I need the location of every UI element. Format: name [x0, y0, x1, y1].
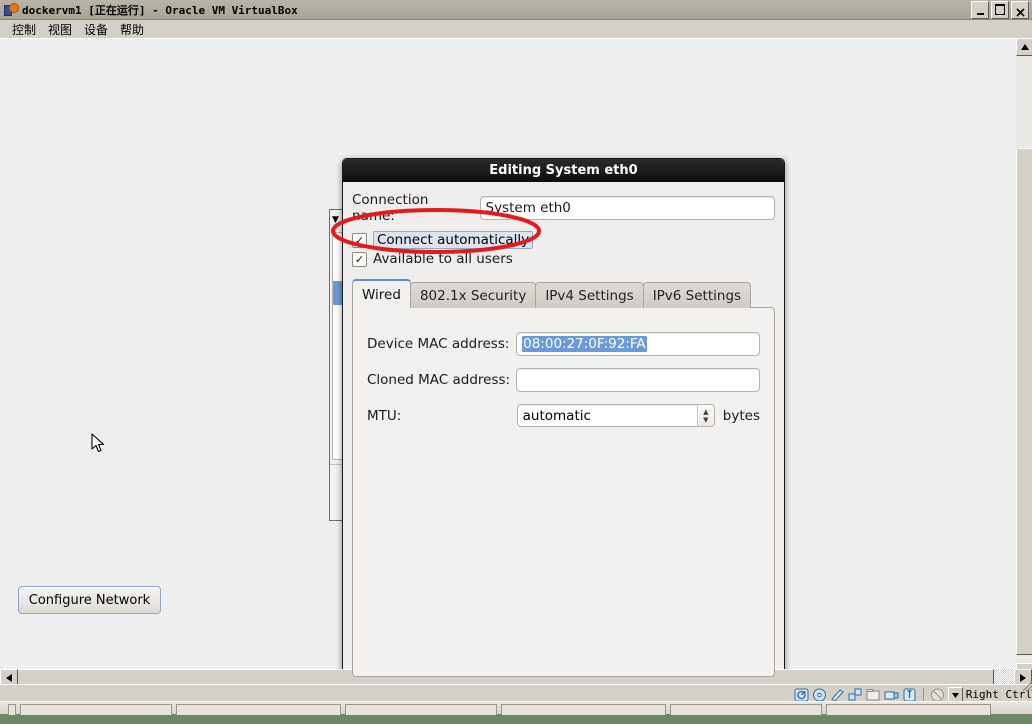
chevron-down-icon: ▼ [332, 215, 339, 225]
menu-item-help[interactable]: 帮助 [114, 20, 150, 39]
virtualbox-titlebar: dockervm1 [正在运行] - Oracle VM VirtualBox [0, 0, 1032, 20]
configure-network-button[interactable]: Configure Network [18, 586, 161, 614]
hard-disk-icon[interactable] [794, 688, 809, 702]
cloned-mac-input[interactable] [516, 368, 760, 392]
device-mac-row: Device MAC address: 08:00:27:0F:92:FA [367, 332, 760, 356]
tab-wired[interactable]: Wired [352, 279, 411, 308]
wired-tab-panel: Device MAC address: 08:00:27:0F:92:FA Cl… [352, 307, 775, 677]
tab-ipv4-settings[interactable]: IPv4 Settings [535, 282, 644, 308]
menu-item-view[interactable]: 视图 [42, 20, 78, 39]
mtu-spinner-buttons[interactable]: ▲ ▼ [696, 405, 714, 426]
available-all-users-row: ✓ Available to all users [352, 251, 775, 267]
host-taskbar [0, 701, 1032, 715]
connection-name-row: Connection name: System eth0 [352, 192, 775, 224]
taskbar-item[interactable] [176, 704, 341, 715]
virtualbox-menubar: 控制 视图 设备 帮助 [0, 20, 1032, 39]
connect-automatically-row: ✓ Connect automatically [352, 231, 775, 249]
tab-ipv6-settings[interactable]: IPv6 Settings [642, 282, 752, 308]
resize-grip-icon[interactable] [1020, 678, 1032, 692]
taskbar-item[interactable] [345, 704, 497, 715]
usb-icon[interactable] [902, 688, 917, 702]
available-all-users-checkbox[interactable]: ✓ [352, 251, 367, 267]
taskbar-item[interactable] [20, 704, 172, 715]
window-title: dockervm1 [正在运行] - Oracle VM VirtualBox [22, 3, 298, 17]
floppy-disk-icon[interactable] [830, 688, 845, 702]
vertical-scrollbar[interactable] [1016, 38, 1032, 681]
host-key-icon [947, 687, 963, 702]
taskbar-item[interactable] [670, 704, 822, 715]
guest-screen-area: Configure Network Back Next ▼ [0, 38, 1032, 696]
mtu-row: MTU: automatic ▲ ▼ bytes [367, 404, 760, 427]
maximize-button[interactable] [991, 1, 1009, 19]
vertical-scrollbar-thumb[interactable] [1016, 148, 1032, 655]
connect-automatically-label[interactable]: Connect automatically [373, 231, 534, 249]
dialog-titlebar: Editing System eth0 [343, 159, 784, 182]
mouse-cursor-icon [91, 433, 105, 453]
minimize-button[interactable] [971, 1, 989, 19]
virtualbox-window: dockervm1 [正在运行] - Oracle VM VirtualBox … [0, 0, 1032, 715]
cloned-mac-row: Cloned MAC address: [367, 368, 760, 392]
taskbar-item[interactable] [826, 704, 991, 715]
guest-screen: Configure Network Back Next ▼ [1, 39, 1005, 680]
taskbar-item[interactable] [8, 704, 16, 715]
window-controls [971, 1, 1029, 19]
connection-name-input[interactable]: System eth0 [479, 196, 775, 220]
virtualbox-icon [4, 3, 19, 16]
dialog-body: Connection name: System eth0 ✓ Connect a… [343, 182, 784, 680]
mouse-icon[interactable] [930, 688, 945, 702]
tab-8021x-security[interactable]: 802.1x Security [409, 282, 537, 308]
statusbar-separator [922, 688, 924, 701]
optical-disk-icon[interactable] [812, 688, 827, 702]
device-mac-input[interactable]: 08:00:27:0F:92:FA [516, 332, 760, 356]
scroll-up-button[interactable] [1016, 38, 1032, 56]
device-mac-value: 08:00:27:0F:92:FA [522, 336, 647, 352]
cloned-mac-label: Cloned MAC address: [367, 372, 511, 388]
display-icon[interactable] [884, 688, 899, 702]
dialog-tabs: Wired 802.1x Security IPv4 Settings IPv6… [352, 279, 775, 308]
mtu-value: automatic [522, 407, 591, 424]
menu-item-devices[interactable]: 设备 [78, 20, 114, 39]
mtu-label: MTU: [367, 407, 402, 424]
dialog-title: Editing System eth0 [489, 163, 638, 178]
network-icon[interactable] [848, 688, 863, 702]
device-mac-label: Device MAC address: [367, 336, 510, 352]
editing-connection-dialog: Editing System eth0 Connection name: Sys… [342, 158, 785, 680]
mtu-units-label: bytes [722, 407, 760, 424]
available-all-users-label[interactable]: Available to all users [373, 251, 513, 267]
menu-item-control[interactable]: 控制 [6, 20, 42, 39]
mtu-stepper[interactable]: automatic ▲ ▼ [516, 404, 715, 427]
spinner-down-icon[interactable]: ▼ [703, 416, 708, 424]
spinner-up-icon[interactable]: ▲ [703, 408, 708, 416]
shared-folder-icon[interactable] [866, 688, 881, 702]
close-button[interactable] [1011, 1, 1029, 19]
connect-automatically-checkbox[interactable]: ✓ [352, 232, 367, 248]
connection-name-label: Connection name: [352, 192, 429, 224]
taskbar-item[interactable] [501, 704, 666, 715]
